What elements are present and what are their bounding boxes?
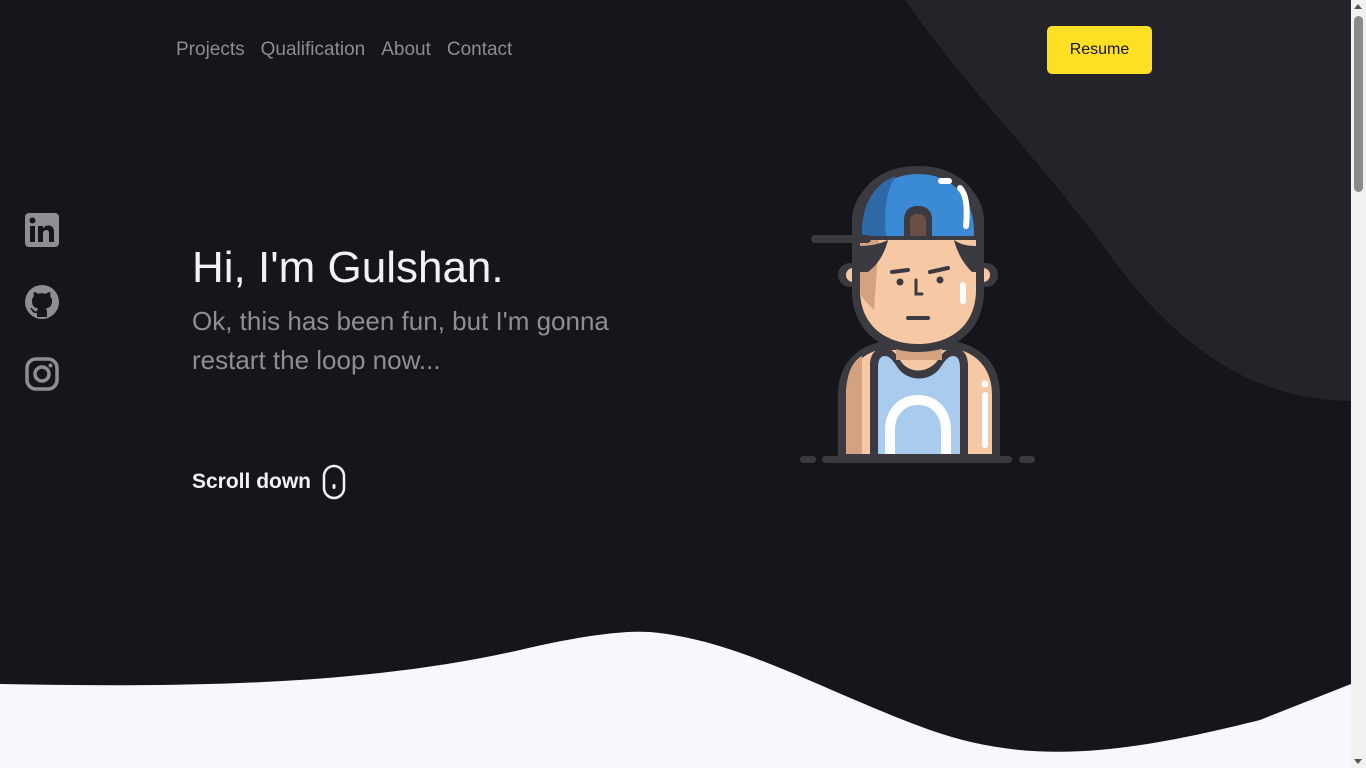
main-nav: Projects Qualification About Contact bbox=[176, 38, 512, 62]
scrollbar-thumb[interactable] bbox=[1354, 16, 1363, 192]
scroll-down-arrow-icon[interactable] bbox=[1354, 759, 1362, 764]
scroll-up-arrow-icon[interactable] bbox=[1354, 4, 1362, 9]
linkedin-link[interactable] bbox=[24, 212, 60, 248]
instagram-icon bbox=[25, 357, 59, 391]
nav-link-contact[interactable]: Contact bbox=[447, 38, 512, 62]
instagram-link[interactable] bbox=[24, 356, 60, 392]
linkedin-icon bbox=[25, 213, 59, 247]
bottom-wave bbox=[0, 631, 1351, 768]
nav-link-projects[interactable]: Projects bbox=[176, 38, 245, 62]
page: Projects Qualification About Contact Res… bbox=[0, 0, 1351, 768]
avatar-illustration bbox=[800, 166, 1035, 463]
background-shapes bbox=[0, 0, 1351, 768]
scroll-down-label: Scroll down bbox=[192, 470, 312, 493]
social-links bbox=[24, 212, 60, 392]
hero-title: Hi, I'm Gulshan. bbox=[192, 243, 504, 292]
vertical-scrollbar[interactable] bbox=[1351, 0, 1366, 768]
nav-link-about[interactable]: About bbox=[381, 38, 431, 62]
github-icon bbox=[25, 285, 59, 319]
scroll-down-button[interactable]: Scroll down bbox=[192, 464, 347, 500]
nav-link-qualification[interactable]: Qualification bbox=[261, 38, 366, 62]
resume-button[interactable]: Resume bbox=[1047, 26, 1152, 74]
github-link[interactable] bbox=[24, 284, 60, 320]
hero-subtitle: Ok, this has been fun, but I'm gonna res… bbox=[192, 306, 609, 375]
mouse-icon bbox=[322, 464, 346, 500]
